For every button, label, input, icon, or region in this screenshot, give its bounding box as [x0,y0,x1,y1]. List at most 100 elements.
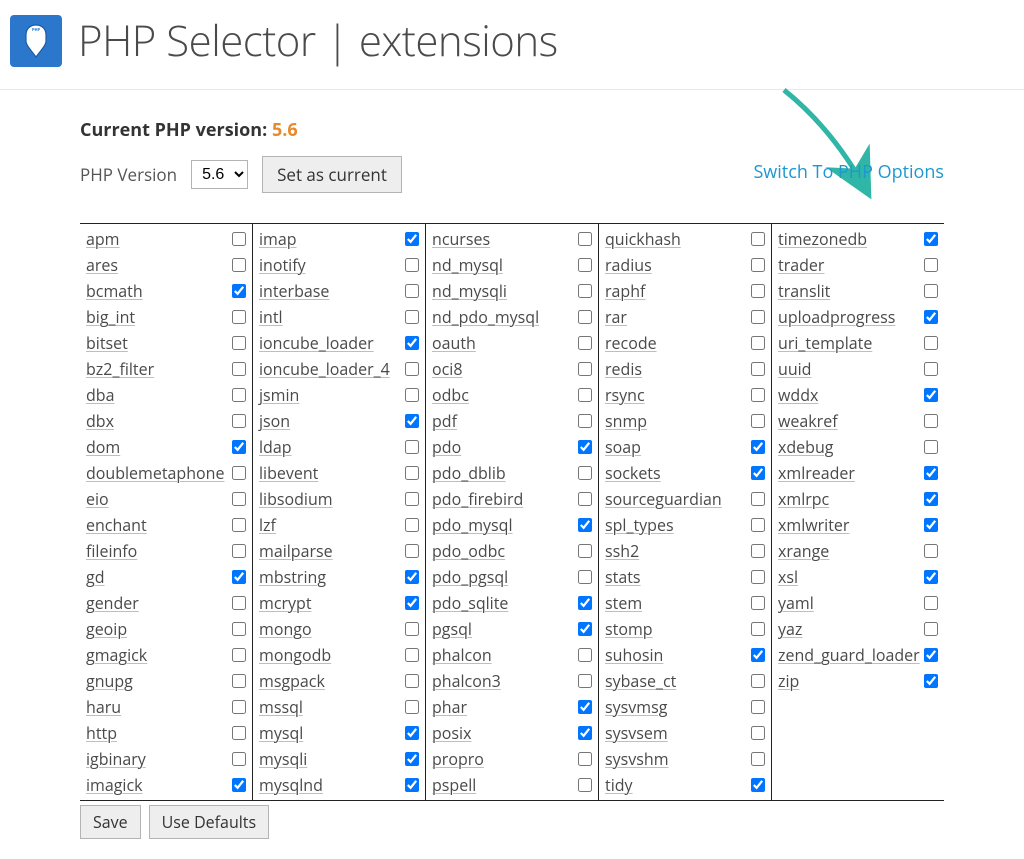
extension-checkbox[interactable] [405,648,419,662]
extension-name-link[interactable]: xmlwriter [778,514,849,536]
save-button[interactable]: Save [80,805,141,839]
extension-name-link[interactable]: ares [86,254,118,276]
extension-checkbox[interactable] [232,596,246,610]
extension-name-link[interactable]: ioncube_loader [259,332,374,354]
extension-name-link[interactable]: dbx [86,410,114,432]
extension-name-link[interactable]: sybase_ct [605,670,676,692]
extension-checkbox[interactable] [578,726,592,740]
extension-checkbox[interactable] [751,518,765,532]
extension-checkbox[interactable] [924,674,938,688]
extension-checkbox[interactable] [232,492,246,506]
extension-name-link[interactable]: mailparse [259,540,333,562]
extension-name-link[interactable]: libsodium [259,488,333,510]
extension-name-link[interactable]: mysqlnd [259,774,323,796]
extension-name-link[interactable]: inotify [259,254,306,276]
extension-name-link[interactable]: pdf [432,410,457,432]
extension-checkbox[interactable] [232,466,246,480]
extension-checkbox[interactable] [405,752,419,766]
extension-checkbox[interactable] [232,622,246,636]
extension-name-link[interactable]: mysqli [259,748,307,770]
extension-name-link[interactable]: big_int [86,306,135,328]
extension-checkbox[interactable] [405,492,419,506]
extension-checkbox[interactable] [578,336,592,350]
extension-name-link[interactable]: uri_template [778,332,872,354]
extension-name-link[interactable]: gmagick [86,644,147,666]
extension-name-link[interactable]: nd_mysql [432,254,503,276]
extension-name-link[interactable]: xsl [778,566,798,588]
extension-checkbox[interactable] [405,388,419,402]
switch-to-php-options-link[interactable]: Switch To PHP Options [753,160,944,184]
extension-checkbox[interactable] [405,362,419,376]
extension-checkbox[interactable] [578,258,592,272]
extension-checkbox[interactable] [405,466,419,480]
extension-name-link[interactable]: interbase [259,280,329,302]
extension-checkbox[interactable] [924,492,938,506]
extension-name-link[interactable]: xdebug [778,436,833,458]
extension-name-link[interactable]: pdo_firebird [432,488,523,510]
extension-name-link[interactable]: soap [605,436,641,458]
extension-name-link[interactable]: bitset [86,332,128,354]
extension-checkbox[interactable] [751,440,765,454]
extension-checkbox[interactable] [578,648,592,662]
extension-name-link[interactable]: ssh2 [605,540,639,562]
extension-checkbox[interactable] [751,310,765,324]
extension-name-link[interactable]: oci8 [432,358,462,380]
extension-name-link[interactable]: pspell [432,774,476,796]
use-defaults-button[interactable]: Use Defaults [149,805,269,839]
extension-checkbox[interactable] [751,388,765,402]
extension-checkbox[interactable] [232,726,246,740]
extension-checkbox[interactable] [751,674,765,688]
extension-name-link[interactable]: trader [778,254,824,276]
extension-checkbox[interactable] [751,284,765,298]
version-select[interactable]: 5.6 [191,160,248,189]
extension-checkbox[interactable] [751,336,765,350]
extension-checkbox[interactable] [232,362,246,376]
extension-checkbox[interactable] [578,492,592,506]
extension-name-link[interactable]: redis [605,358,642,380]
extension-checkbox[interactable] [405,414,419,428]
extension-checkbox[interactable] [405,284,419,298]
extension-name-link[interactable]: eio [86,488,109,510]
extension-checkbox[interactable] [232,700,246,714]
extension-name-link[interactable]: apm [86,228,120,250]
extension-checkbox[interactable] [405,544,419,558]
extension-checkbox[interactable] [751,622,765,636]
extension-name-link[interactable]: phalcon [432,644,492,666]
extension-checkbox[interactable] [405,700,419,714]
extension-name-link[interactable]: yaml [778,592,814,614]
extension-name-link[interactable]: json [259,410,290,432]
extension-checkbox[interactable] [751,726,765,740]
extension-name-link[interactable]: sysvsem [605,722,668,744]
extension-name-link[interactable]: intl [259,306,283,328]
extension-checkbox[interactable] [578,778,592,792]
extension-name-link[interactable]: pdo_dblib [432,462,506,484]
extension-checkbox[interactable] [232,518,246,532]
extension-checkbox[interactable] [232,752,246,766]
extension-checkbox[interactable] [232,648,246,662]
extension-checkbox[interactable] [751,466,765,480]
extension-checkbox[interactable] [232,544,246,558]
extension-name-link[interactable]: dom [86,436,120,458]
extension-name-link[interactable]: tidy [605,774,633,796]
extension-name-link[interactable]: rar [605,306,627,328]
extension-name-link[interactable]: pdo_odbc [432,540,505,562]
extension-checkbox[interactable] [924,466,938,480]
extension-name-link[interactable]: weakref [778,410,838,432]
extension-checkbox[interactable] [578,544,592,558]
extension-name-link[interactable]: mssql [259,696,303,718]
extension-name-link[interactable]: bcmath [86,280,143,302]
extension-name-link[interactable]: pdo [432,436,461,458]
extension-name-link[interactable]: sourceguardian [605,488,722,510]
extension-checkbox[interactable] [405,674,419,688]
extension-name-link[interactable]: pdo_mysql [432,514,513,536]
extension-name-link[interactable]: rsync [605,384,645,406]
extension-checkbox[interactable] [924,544,938,558]
extension-checkbox[interactable] [751,700,765,714]
extension-checkbox[interactable] [232,778,246,792]
extension-checkbox[interactable] [578,232,592,246]
extension-name-link[interactable]: pdo_pgsql [432,566,508,588]
extension-name-link[interactable]: snmp [605,410,647,432]
extension-checkbox[interactable] [578,414,592,428]
extension-checkbox[interactable] [751,648,765,662]
extension-checkbox[interactable] [578,570,592,584]
